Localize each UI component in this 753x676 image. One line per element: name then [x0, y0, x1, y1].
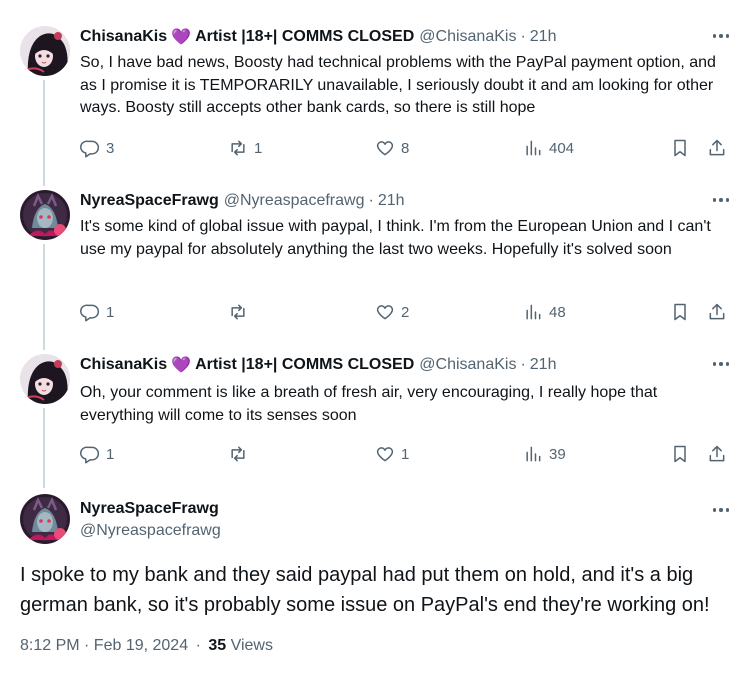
- tweet-meta: 8:12 PM · Feb 19, 2024 · 35 Views: [20, 637, 273, 655]
- tweet-actions: 1 1 39: [80, 442, 730, 466]
- timestamp[interactable]: 21h: [530, 28, 557, 46]
- repost-button[interactable]: [228, 442, 254, 466]
- user-handle[interactable]: @ChisanaKis: [419, 356, 516, 374]
- share-icon: [709, 303, 725, 320]
- display-name[interactable]: NyreaSpaceFrawg: [80, 500, 219, 518]
- display-name-suffix[interactable]: Artist |18+| COMMS CLOSED: [195, 28, 414, 46]
- bookmark-button[interactable]: [670, 136, 690, 160]
- views-chart-icon: [526, 140, 541, 156]
- more-icon[interactable]: [711, 356, 731, 372]
- share-icon: [709, 139, 725, 156]
- avatar[interactable]: [20, 26, 70, 76]
- bookmark-icon: [674, 303, 686, 321]
- heart-icon: [376, 141, 394, 156]
- timestamp[interactable]: 21h: [530, 356, 557, 374]
- post-timestamp[interactable]: 8:12 PM · Feb 19, 2024: [20, 637, 188, 654]
- tweet-text: It's some kind of global issue with payp…: [80, 218, 711, 258]
- repost-icon: [231, 446, 245, 462]
- repost-count: 1: [254, 139, 263, 157]
- main-tweet: NyreaSpaceFrawg @Nyreaspacefrawg I spoke…: [0, 494, 753, 664]
- reply-button[interactable]: 3: [80, 136, 114, 160]
- reply-icon: [80, 304, 100, 322]
- repost-button[interactable]: 1: [228, 136, 262, 160]
- bookmark-icon: [674, 445, 686, 463]
- share-button[interactable]: [707, 300, 727, 324]
- tweet[interactable]: NyreaSpaceFrawg @Nyreaspacefrawg · 21h I…: [0, 190, 753, 340]
- avatar[interactable]: [20, 354, 70, 404]
- tweet-header: ChisanaKis 💜 Artist |18+| COMMS CLOSED @…: [80, 354, 556, 376]
- like-button[interactable]: 1: [375, 442, 409, 466]
- tweet-text: So, I have bad news, Boosty had technica…: [80, 54, 716, 116]
- user-handle[interactable]: @Nyreaspacefrawg: [80, 522, 221, 540]
- bookmark-icon: [674, 139, 686, 157]
- more-icon[interactable]: [711, 28, 731, 44]
- bookmark-button[interactable]: [670, 300, 690, 324]
- reply-icon: [80, 446, 100, 464]
- like-button[interactable]: 2: [375, 300, 409, 324]
- tweet-header: NyreaSpaceFrawg @Nyreaspacefrawg · 21h: [80, 190, 405, 212]
- repost-button[interactable]: [228, 300, 254, 324]
- views-label: Views: [230, 637, 273, 654]
- share-button[interactable]: [707, 136, 727, 160]
- separator-dot: ·: [368, 192, 374, 209]
- display-name[interactable]: ChisanaKis: [80, 356, 167, 374]
- user-handle[interactable]: @Nyreaspacefrawg: [224, 192, 365, 210]
- like-button[interactable]: 8: [375, 136, 409, 160]
- reply-count: 1: [106, 303, 115, 321]
- more-icon[interactable]: [711, 192, 731, 208]
- tweet-actions: 3 1 8 404: [80, 136, 730, 160]
- views-chart-icon: [526, 446, 541, 462]
- like-count: 1: [401, 445, 410, 463]
- views-count: 35: [208, 637, 227, 654]
- display-name[interactable]: NyreaSpaceFrawg: [80, 192, 219, 210]
- more-icon[interactable]: [711, 502, 731, 518]
- heart-icon: [376, 305, 394, 320]
- bookmark-button[interactable]: [670, 442, 690, 466]
- reply-button[interactable]: 1: [80, 300, 114, 324]
- repost-icon: [231, 304, 245, 320]
- display-name-suffix[interactable]: Artist |18+| COMMS CLOSED: [195, 356, 414, 374]
- like-count: 2: [401, 303, 410, 321]
- views-count: 39: [549, 445, 566, 463]
- views-button[interactable]: 404: [523, 136, 574, 160]
- views-button[interactable]: 39: [523, 442, 566, 466]
- avatar[interactable]: [20, 190, 70, 240]
- views-chart-icon: [526, 304, 541, 320]
- tweet-text: Oh, your comment is like a breath of fre…: [80, 384, 658, 424]
- timestamp[interactable]: 21h: [378, 192, 405, 210]
- share-icon: [709, 445, 725, 462]
- reply-button[interactable]: 1: [80, 442, 114, 466]
- heart-icon: [376, 447, 394, 462]
- separator-dot: ·: [520, 356, 526, 373]
- purple-heart-badge: 💜: [171, 29, 192, 46]
- reply-count: 3: [106, 139, 115, 157]
- views-button[interactable]: 48: [523, 300, 566, 324]
- avatar[interactable]: [20, 494, 70, 544]
- tweet[interactable]: ChisanaKis 💜 Artist |18+| COMMS CLOSED @…: [0, 354, 753, 484]
- reply-count: 1: [106, 445, 115, 463]
- like-count: 8: [401, 139, 410, 157]
- separator-dot: ·: [520, 28, 526, 45]
- views-count: 48: [549, 303, 566, 321]
- tweet-actions: 1 2 48: [80, 300, 730, 324]
- reply-icon: [80, 140, 100, 158]
- purple-heart-badge: 💜: [171, 357, 192, 374]
- tweet-text: I spoke to my bank and they said paypal …: [20, 564, 710, 616]
- tweet[interactable]: ChisanaKis 💜 Artist |18+| COMMS CLOSED @…: [0, 26, 753, 176]
- share-button[interactable]: [707, 442, 727, 466]
- views-count: 404: [549, 139, 575, 157]
- display-name[interactable]: ChisanaKis: [80, 28, 167, 46]
- user-handle[interactable]: @ChisanaKis: [419, 28, 516, 46]
- repost-icon: [231, 140, 245, 156]
- separator-dot: ·: [195, 637, 201, 654]
- tweet-header: ChisanaKis 💜 Artist |18+| COMMS CLOSED @…: [80, 26, 556, 48]
